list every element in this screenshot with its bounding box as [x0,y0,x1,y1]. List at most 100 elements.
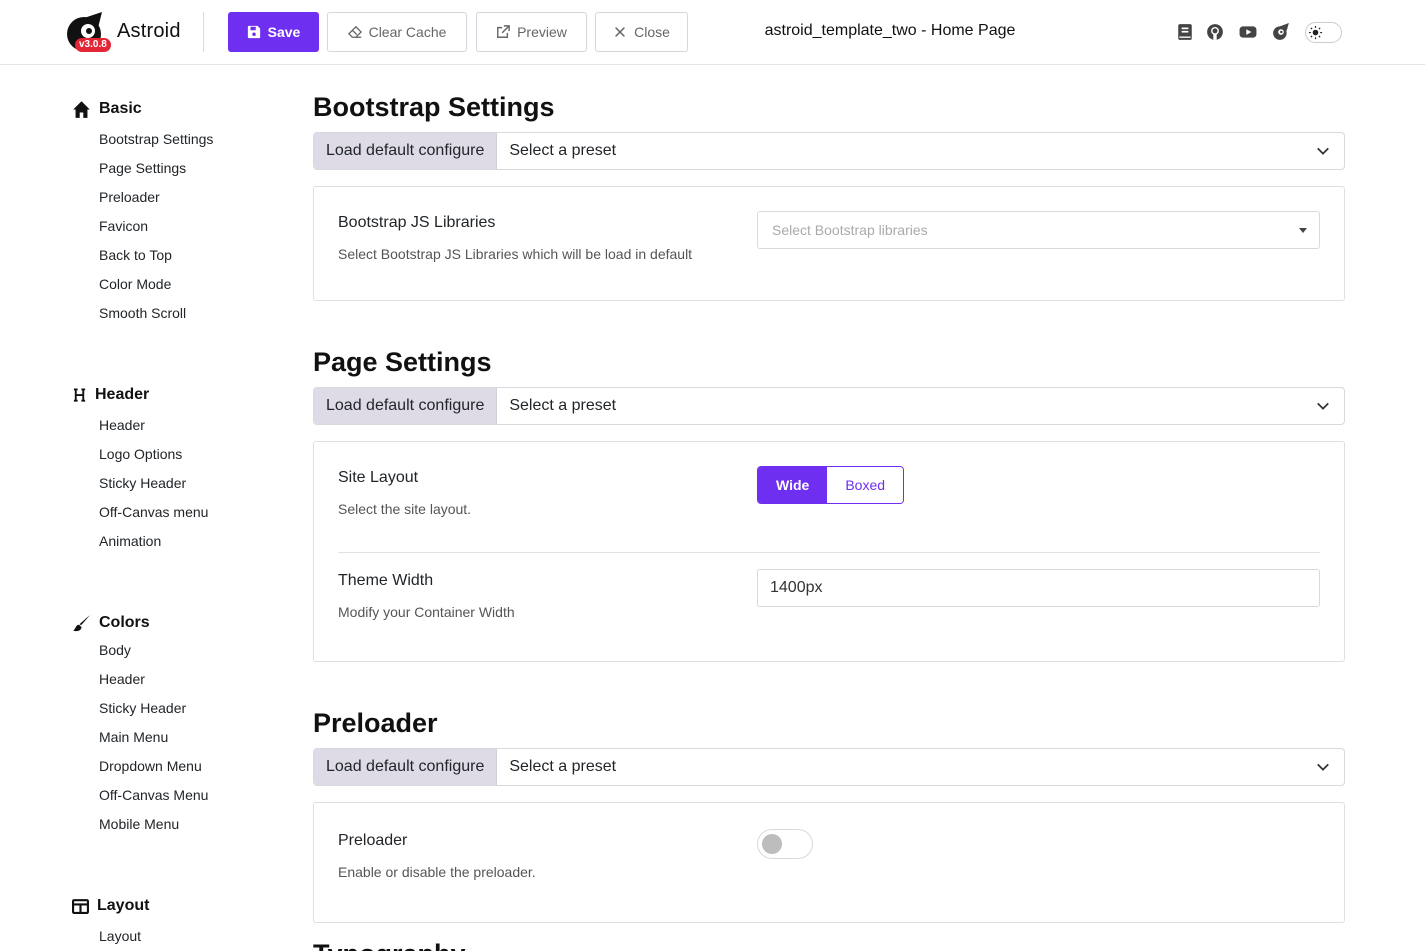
sidebar-item-colors-off-canvas-menu[interactable]: Off-Canvas Menu [72,781,272,810]
sidebar-item-off-canvas-menu[interactable]: Off-Canvas menu [72,498,272,527]
field-description: Select Bootstrap JS Libraries which will… [338,246,693,262]
preset-select[interactable]: Select a preset [497,388,1344,424]
field-site-layout: Site Layout Select the site layout. Wide… [338,442,1320,552]
preloader-switch[interactable] [757,829,813,859]
preview-label: Preview [517,24,567,40]
load-default-button[interactable]: Load default configure [314,749,498,785]
sidebar-group-layout: Layout Layout [72,893,272,951]
bootstrap-libraries-select[interactable]: Select Bootstrap libraries [757,211,1320,249]
youtube-icon[interactable] [1239,23,1257,41]
settings-main: Bootstrap Settings Load default configur… [313,88,1345,951]
layout-option-boxed[interactable]: Boxed [827,467,904,503]
sidebar-item-smooth-scroll[interactable]: Smooth Scroll [72,299,272,328]
load-default-button[interactable]: Load default configure [314,388,498,424]
preview-button[interactable]: Preview [476,12,587,52]
preset-row-page: Load default configure Select a preset [313,387,1345,425]
external-link-icon [497,25,510,38]
sidebar-item-color-mode[interactable]: Color Mode [72,270,272,299]
preset-select[interactable]: Select a preset [497,133,1344,169]
field-description: Modify your Container Width [338,604,515,620]
sidebar-heading-header[interactable]: Header [72,382,272,408]
field-label: Preloader [338,832,408,849]
sidebar-item-animation[interactable]: Animation [72,527,272,556]
chevron-down-icon [1317,763,1329,771]
settings-card-page: Site Layout Select the site layout. Wide… [313,441,1345,662]
sidebar-item-body[interactable]: Body [72,636,272,665]
settings-card-preloader: Preloader Enable or disable the preloade… [313,802,1345,923]
close-icon [615,27,626,37]
sidebar-item-mobile-menu[interactable]: Mobile Menu [72,810,272,839]
sidebar-item-sticky-header[interactable]: Sticky Header [72,469,272,498]
save-button[interactable]: Save [228,12,319,52]
field-theme-width: Theme Width Modify your Container Width [338,552,1320,661]
save-icon [247,25,260,39]
preset-select-value: Select a preset [509,758,617,775]
sidebar-heading-layout[interactable]: Layout [72,893,272,919]
save-label: Save [267,24,301,40]
home-icon [73,100,90,118]
close-button[interactable]: Close [595,12,688,52]
section-page-settings: Page Settings Load default configure Sel… [313,343,1345,662]
sidebar-item-bootstrap-settings[interactable]: Bootstrap Settings [72,125,272,154]
section-title-page: Page Settings [313,347,492,377]
sidebar-group-header: Header Header Logo Options Sticky Header… [72,382,272,556]
astroid-logo[interactable]: Astroid v3.0.8 [64,12,184,54]
field-preloader-enabled: Preloader Enable or disable the preloade… [338,803,1320,922]
sidebar-heading-basic[interactable]: Basic [72,96,272,122]
field-label: Bootstrap JS Libraries [338,214,496,231]
preset-row-preloader: Load default configure Select a preset [313,748,1345,786]
sidebar-item-main-menu[interactable]: Main Menu [72,723,272,752]
close-label: Close [634,24,670,40]
switch-knob [762,834,782,854]
sidebar-item-dropdown-menu[interactable]: Dropdown Menu [72,752,272,781]
sun-icon [1308,25,1323,40]
color-mode-toggle[interactable] [1305,22,1342,43]
settings-card-bootstrap: Bootstrap JS Libraries Select Bootstrap … [313,186,1345,301]
toolbar-divider [203,12,204,52]
load-default-button[interactable]: Load default configure [314,133,498,169]
field-description: Select the site layout. [338,501,472,517]
field-description: Enable or disable the preloader. [338,864,536,880]
sidebar-item-layout[interactable]: Layout [72,922,272,951]
preset-select-value: Select a preset [509,397,617,414]
sidebar-item-colors-header[interactable]: Header [72,665,272,694]
layout-icon [72,898,89,914]
caret-down-icon [1299,227,1307,233]
sidebar-item-logo-options[interactable]: Logo Options [72,440,272,469]
theme-width-input[interactable] [757,569,1320,607]
sidebar-group-colors: Colors Body Header Sticky Header Main Me… [72,610,272,839]
book-icon[interactable] [1176,23,1194,41]
preset-select-value: Select a preset [509,142,617,159]
chevron-down-icon [1317,147,1329,155]
sidebar-item-colors-sticky-header[interactable]: Sticky Header [72,694,272,723]
preset-row-bootstrap: Load default configure Select a preset [313,132,1345,170]
astroid-icon[interactable] [1272,23,1290,41]
field-label: Theme Width [338,572,434,589]
version-badge: v3.0.8 [75,38,111,52]
sidebar-item-page-settings[interactable]: Page Settings [72,154,272,183]
sidebar-heading-colors[interactable]: Colors [72,610,272,636]
heading-icon [73,388,86,402]
preset-select[interactable]: Select a preset [497,749,1344,785]
field-bootstrap-js-libraries: Bootstrap JS Libraries Select Bootstrap … [338,187,1320,300]
page-title: astroid_template_two - Home Page [764,22,1016,39]
section-title-bootstrap: Bootstrap Settings [313,92,555,122]
layout-option-wide[interactable]: Wide [758,467,828,503]
chevron-down-icon [1317,402,1329,410]
settings-sidebar: Basic Bootstrap Settings Page Settings P… [72,96,272,951]
sidebar-group-basic: Basic Bootstrap Settings Page Settings P… [72,96,272,328]
select-placeholder: Select Bootstrap libraries [772,222,928,238]
sidebar-item-preloader[interactable]: Preloader [72,183,272,212]
section-preloader: Preloader Load default configure Select … [313,704,1345,923]
sidebar-item-favicon[interactable]: Favicon [72,212,272,241]
sidebar-item-back-to-top[interactable]: Back to Top [72,241,272,270]
section-bootstrap-settings: Bootstrap Settings Load default configur… [313,88,1345,301]
field-label: Site Layout [338,469,419,486]
github-icon[interactable] [1206,23,1224,41]
section-title-preloader: Preloader [313,708,438,738]
sidebar-item-header[interactable]: Header [72,411,272,440]
section-title-next: Typography [313,935,466,951]
eraser-icon [347,25,362,38]
clear-cache-button[interactable]: Clear Cache [327,12,467,52]
clear-cache-label: Clear Cache [368,24,447,40]
